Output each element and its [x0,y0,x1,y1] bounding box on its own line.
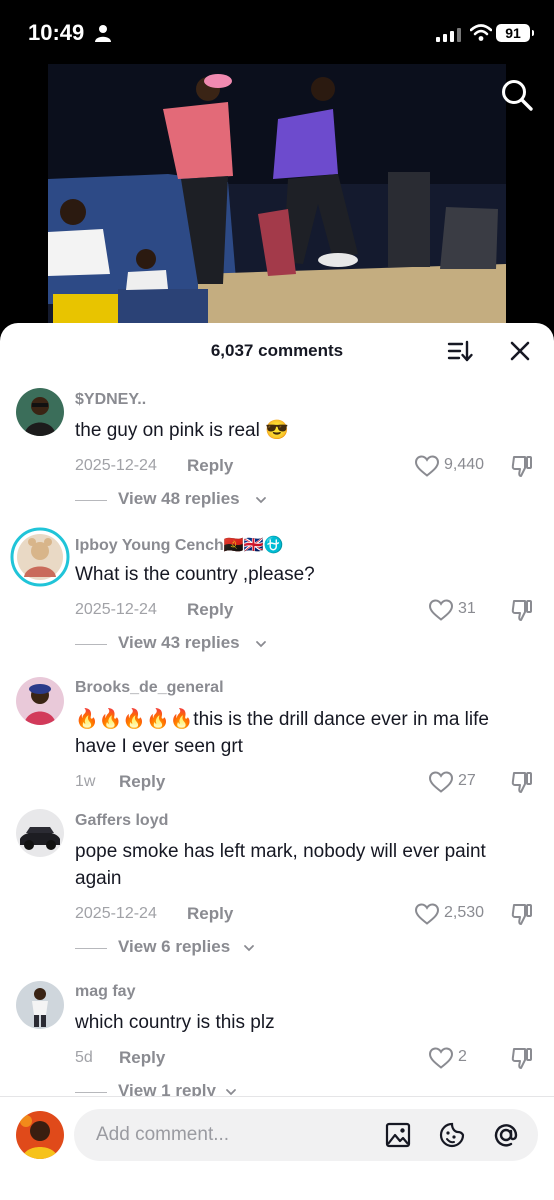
comment-username[interactable]: $YDNEY.. [75,391,146,409]
sort-icon[interactable] [446,337,474,365]
avatar[interactable] [10,527,70,587]
person-icon [95,25,111,42]
status-time: 10:49 [28,20,85,45]
dislike-icon[interactable] [510,454,534,478]
divider-line [75,1092,107,1093]
comment-username[interactable]: Brooks_de_general [75,679,224,697]
chevron-down-icon [256,641,266,648]
reply-button[interactable]: Reply [119,1048,165,1068]
reply-button[interactable]: Reply [187,456,233,476]
comment-username[interactable]: Ipboy Young Cench🇦🇴🇬🇧⛎ [75,535,284,555]
chevron-down-icon [256,497,266,504]
comment-input-box[interactable] [74,1109,538,1161]
divider-line [75,948,107,949]
dislike-icon[interactable] [510,902,534,926]
divider-line [75,644,107,645]
status-bar: 10:49 91 [0,0,554,62]
comment-input[interactable] [94,1123,358,1147]
current-user-avatar[interactable] [16,1111,64,1159]
dislike-icon[interactable] [510,598,534,622]
view-replies-button[interactable]: View 48 replies [75,489,275,511]
comment-text: which country is this plz [75,1012,275,1033]
comments-sheet: 6,037 comments [0,323,554,1199]
battery-indicator: 91 [496,24,534,42]
view-replies-label: View 43 replies [118,633,240,652]
mention-icon[interactable] [492,1121,520,1149]
comment-text: the guy on pink is real 😎 [75,420,289,441]
video-player[interactable] [48,64,506,334]
comment-text: pope smoke has left mark, nobody will ev… [75,841,486,889]
comment-text: 🔥🔥🔥🔥🔥this is the drill dance ever in ma … [75,709,489,757]
like-count: 27 [458,772,476,789]
reply-button[interactable]: Reply [187,904,233,924]
avatar[interactable] [16,809,64,857]
dislike-icon[interactable] [510,1046,534,1070]
like-count: 31 [458,600,476,617]
avatar[interactable] [16,677,64,725]
emoji-icon[interactable] [438,1121,466,1149]
view-replies-button[interactable]: View 43 replies [75,633,275,655]
heart-icon [414,903,440,925]
comment-date: 5d [75,1049,93,1066]
like-count: 2,530 [444,904,485,921]
comment-text: What is the country ,please? [75,564,315,585]
reply-button[interactable]: Reply [119,772,165,792]
video-frame [48,64,506,334]
comment-username[interactable]: mag fay [75,983,135,1001]
avatar[interactable] [16,388,64,436]
heart-icon [414,455,440,477]
like-count: 2 [458,1048,467,1065]
heart-icon [428,771,454,793]
like-count: 9,440 [444,456,485,473]
view-replies-label: View 6 replies [118,937,231,956]
chevron-down-icon [244,945,254,952]
avatar[interactable] [16,981,64,1029]
image-icon[interactable] [384,1121,412,1149]
heart-icon [428,1047,454,1069]
comment-date: 2025-12-24 [75,457,157,474]
comment-date: 1w [75,773,96,790]
reply-button[interactable]: Reply [187,600,233,620]
comment-date: 2025-12-24 [75,905,157,922]
search-icon[interactable] [500,78,534,112]
dislike-icon[interactable] [510,770,534,794]
comment-composer [0,1096,554,1200]
wifi-icon [470,24,492,41]
close-icon[interactable] [508,339,532,363]
view-replies-label: View 48 replies [118,489,240,508]
signal-icon [436,28,461,42]
divider-line [75,500,107,501]
comment-username[interactable]: Gaffers loyd [75,812,168,830]
comment-date: 2025-12-24 [75,601,157,618]
heart-icon [428,599,454,621]
view-replies-button[interactable]: View 6 replies [75,937,275,959]
